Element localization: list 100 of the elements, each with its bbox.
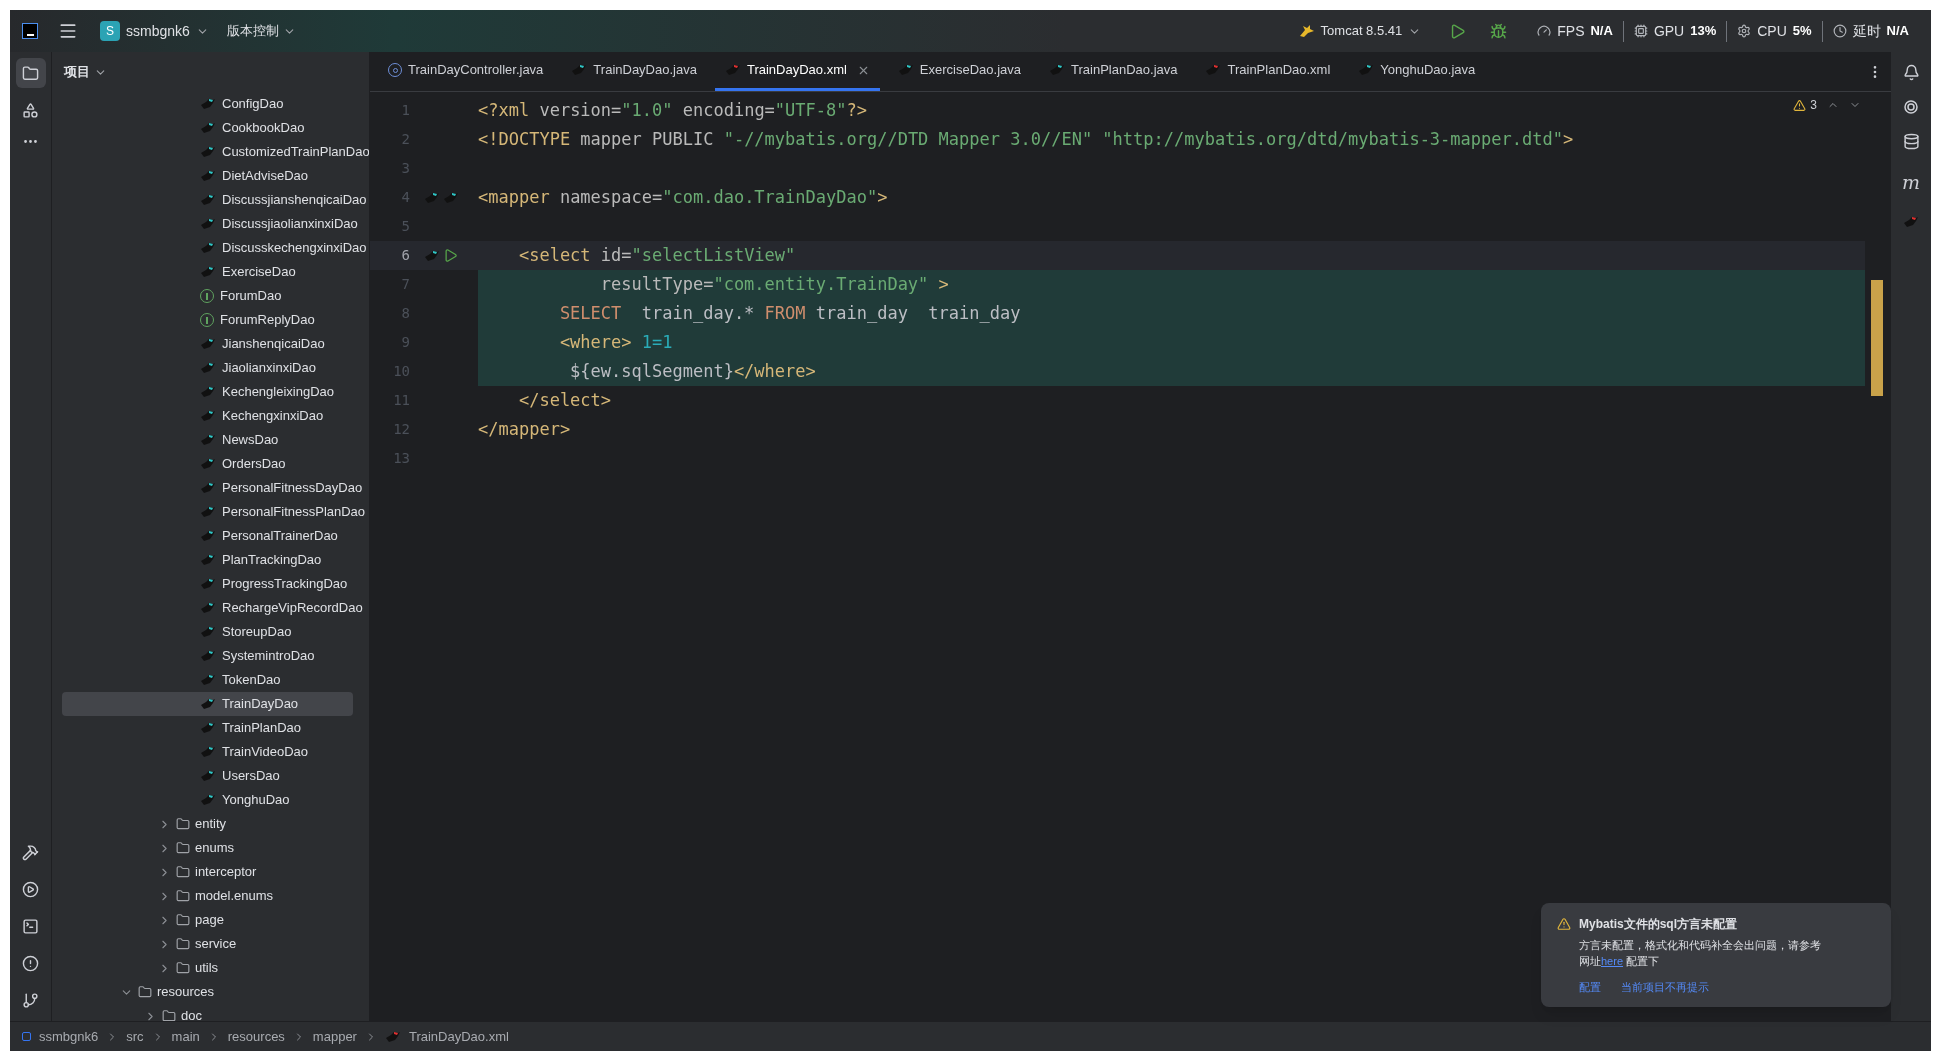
tree-item[interactable]: PersonalFitnessPlanDao — [222, 502, 366, 522]
tree-item[interactable]: utils — [195, 958, 219, 978]
editor-tab[interactable]: TrainDayDao.xml — [714, 52, 880, 91]
breadcrumb-item[interactable]: ssmbgnk6 — [39, 1026, 99, 1047]
vcs-menu[interactable]: 版本控制 — [226, 21, 279, 41]
debug-icon[interactable] — [1490, 22, 1508, 40]
editor-tab[interactable]: TrainPlanDao.xml — [1195, 52, 1341, 91]
editor-tab[interactable]: TrainDayDao.java — [561, 52, 707, 91]
tree-item[interactable]: DiscusskechengxinxiDao — [222, 238, 367, 258]
tree-item[interactable]: SystemintroDao — [222, 646, 315, 666]
clock-icon — [1832, 24, 1847, 38]
git-icon[interactable] — [22, 992, 39, 1009]
tree-item[interactable]: YonghuDao — [222, 790, 290, 810]
tree-item[interactable]: PlanTrackingDao — [222, 550, 322, 570]
tree-item[interactable]: ProgressTrackingDao — [222, 574, 348, 594]
tree-item[interactable]: interceptor — [195, 862, 257, 882]
tree-item[interactable]: TrainDayDao — [222, 694, 299, 714]
tree-item[interactable]: CustomizedTrainPlanDao — [222, 142, 369, 162]
services-icon[interactable] — [22, 881, 39, 898]
tree-item[interactable]: doc — [181, 1006, 202, 1021]
tree-item[interactable]: resources — [157, 982, 215, 1002]
bird-icon — [200, 793, 216, 807]
tree-item[interactable]: page — [195, 910, 224, 930]
notifications-icon[interactable] — [1902, 64, 1920, 81]
panel-title[interactable]: 项目 — [64, 62, 90, 82]
breadcrumb-item[interactable]: resources — [227, 1026, 285, 1047]
warning-count[interactable]: 3 — [1810, 96, 1817, 114]
stat-value: 5% — [1792, 22, 1812, 41]
breadcrumb-item[interactable]: main — [171, 1026, 200, 1047]
tree-item[interactable]: entity — [195, 814, 227, 834]
editor-tab[interactable]: YonghuDao.java — [1348, 52, 1486, 91]
tree-item[interactable]: NewsDao — [222, 430, 279, 450]
tree-item[interactable]: KechengleixingDao — [222, 382, 335, 402]
tab-label[interactable]: TrainPlanDao.java — [1071, 60, 1178, 80]
tree-item[interactable]: ConfigDao — [222, 94, 284, 114]
notification-action[interactable]: 配置 — [1579, 978, 1601, 995]
tree-item[interactable]: PersonalFitnessDayDao — [222, 478, 363, 498]
breadcrumb-item[interactable]: src — [126, 1026, 144, 1047]
project-tool-button[interactable] — [15, 58, 46, 88]
stat-label: GPU — [1653, 21, 1685, 41]
structure-icon[interactable] — [22, 102, 39, 119]
problems-icon[interactable] — [22, 955, 39, 972]
breadcrumb-item[interactable]: mapper — [312, 1026, 357, 1047]
bird-icon — [443, 190, 459, 205]
editor-tab[interactable]: ExerciseDao.java — [887, 52, 1031, 91]
tree-item[interactable]: RechargeVipRecordDao — [222, 598, 363, 618]
tree-item[interactable]: StoreupDao — [222, 622, 292, 642]
tree-item[interactable]: enums — [195, 838, 235, 858]
tree-item[interactable]: PersonalTrainerDao — [222, 526, 338, 546]
tab-label[interactable]: TrainPlanDao.xml — [1227, 60, 1331, 80]
tree-item[interactable]: ForumDao — [220, 286, 282, 306]
tab-label[interactable]: TrainDayDao.java — [593, 60, 697, 80]
tree-item[interactable]: JianshenqicaiDao — [222, 334, 325, 354]
selected-tree-row[interactable]: TrainDayDao — [62, 692, 353, 716]
project-selector[interactable]: ssmbgnk6 — [126, 20, 190, 42]
bird-icon — [200, 745, 216, 759]
project-badge: S — [100, 21, 120, 41]
tree-item[interactable]: TokenDao — [222, 670, 281, 690]
folder-icon — [22, 64, 39, 82]
hammer-icon[interactable] — [22, 844, 39, 861]
tree-item[interactable]: DietAdviseDao — [222, 166, 308, 186]
tree-item[interactable]: OrdersDao — [222, 454, 286, 474]
breadcrumb-item[interactable]: TrainDayDao.xml — [408, 1026, 509, 1047]
tab-label[interactable]: TrainDayController.java — [408, 60, 544, 80]
bird-icon — [200, 673, 216, 687]
bird-icon — [200, 265, 216, 279]
code-line: <?xml version="1.0" encoding="UTF-8"?> — [478, 98, 867, 122]
editor-tab[interactable]: TrainPlanDao.java — [1039, 52, 1188, 91]
tree-item[interactable]: TrainPlanDao — [222, 718, 301, 738]
tab-label[interactable]: TrainDayDao.xml — [746, 60, 847, 80]
editor-tab[interactable]: TrainDayController.java — [378, 52, 554, 91]
terminal-icon[interactable] — [22, 918, 39, 935]
tree-item[interactable]: model.enums — [195, 886, 274, 906]
module-icon — [22, 1032, 31, 1041]
tab-label[interactable]: ExerciseDao.java — [919, 60, 1021, 80]
code-line: <mapper namespace="com.dao.TrainDayDao"> — [478, 185, 888, 209]
maven-tool-button[interactable]: m — [1902, 168, 1920, 197]
run-configuration[interactable]: Tomcat 8.5.41 — [1320, 21, 1403, 41]
tree-item[interactable]: KechengxinxiDao — [222, 406, 324, 426]
tree-item[interactable]: UsersDao — [222, 766, 280, 786]
tree-item[interactable]: ExerciseDao — [222, 262, 296, 282]
bird-icon — [200, 361, 216, 375]
bird-icon — [200, 625, 216, 639]
run-icon[interactable] — [443, 248, 458, 263]
menu-icon[interactable] — [58, 21, 78, 41]
warning-icon — [1557, 916, 1571, 931]
run-icon[interactable] — [1449, 22, 1467, 40]
tab-label[interactable]: YonghuDao.java — [1380, 60, 1476, 80]
tree-item[interactable]: DiscussjiaolianxinxiDao — [222, 214, 358, 234]
notification-action[interactable]: 当前项目不再提示 — [1621, 978, 1709, 995]
tree-item[interactable]: service — [195, 934, 237, 954]
tree-item[interactable]: ForumReplyDao — [220, 310, 315, 330]
bird-icon — [724, 63, 741, 77]
bird-icon — [200, 697, 216, 711]
tree-item[interactable]: JiaolianxinxiDao — [222, 358, 316, 378]
tree-item[interactable]: CookbookDao — [222, 118, 305, 138]
database-icon[interactable] — [1902, 133, 1920, 150]
tree-item[interactable]: TrainVideoDao — [222, 742, 308, 762]
tree-item[interactable]: DiscussjianshenqicaiDao — [222, 190, 367, 210]
folder-icon — [162, 1009, 176, 1021]
